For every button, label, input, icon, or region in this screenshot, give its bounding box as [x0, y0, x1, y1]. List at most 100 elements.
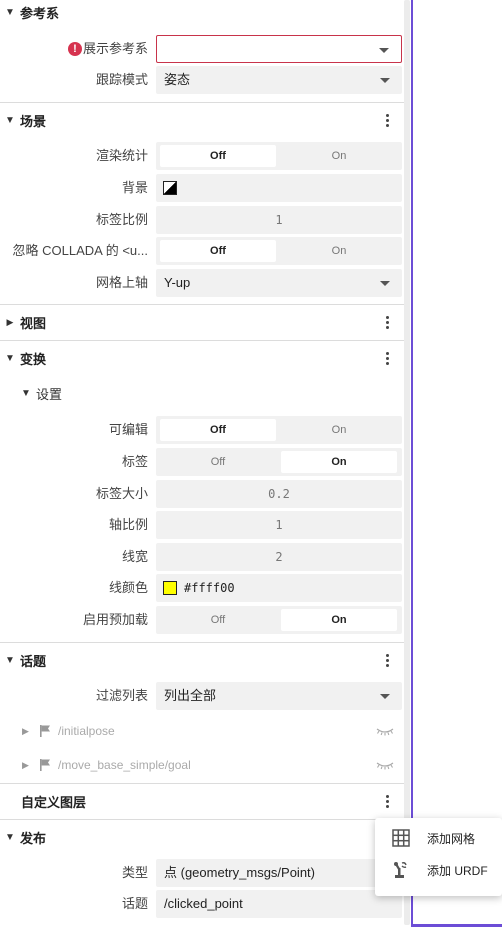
- toggle-on-option[interactable]: On: [281, 145, 397, 167]
- more-options-icon[interactable]: [382, 651, 392, 669]
- filter-select[interactable]: 列出全部: [156, 682, 402, 710]
- menu-item-add-grid[interactable]: 添加网格: [375, 822, 502, 854]
- toggle-off-option[interactable]: Off: [160, 609, 276, 631]
- render-stats-toggle[interactable]: Off On: [156, 142, 402, 170]
- more-options-icon[interactable]: [382, 111, 392, 129]
- ignore-collada-row: 忽略 COLLADA 的 <u... Off On: [0, 237, 404, 265]
- preload-row: 启用预加载 Off On: [0, 606, 404, 634]
- line-color-field[interactable]: #ffff00: [156, 574, 402, 602]
- toggle-off-option[interactable]: Off: [160, 451, 276, 473]
- section-title-publish: 发布: [20, 830, 47, 846]
- flag-icon: [40, 725, 50, 737]
- line-width-input[interactable]: 2: [156, 543, 402, 571]
- label-scale-row: 标签比例 1: [0, 206, 404, 234]
- display-frame-row: ! 展示参考系: [0, 35, 404, 63]
- toggle-on-option[interactable]: On: [281, 419, 397, 441]
- scrollbar[interactable]: [404, 0, 410, 925]
- toggle-off-option[interactable]: Off: [160, 419, 276, 441]
- section-title-view: 视图: [20, 315, 47, 331]
- mesh-up-axis-label: 网格上轴: [95, 275, 148, 290]
- menu-label-add-urdf: 添加 URDF: [427, 863, 488, 878]
- line-color-label: 线颜色: [108, 580, 148, 595]
- section-title-transforms: 变换: [20, 351, 47, 367]
- editable-label: 可编辑: [108, 422, 148, 437]
- subsection-title-settings: 设置: [36, 386, 63, 402]
- background-row: 背景: [0, 174, 404, 202]
- viewport-pane[interactable]: [411, 0, 502, 927]
- editable-toggle[interactable]: Off On: [156, 416, 402, 444]
- caret-down-icon[interactable]: ▼: [16, 388, 36, 399]
- caret-right-icon[interactable]: ▶: [0, 317, 20, 328]
- caret-down-icon[interactable]: ▼: [0, 655, 20, 666]
- line-width-row: 线宽 2: [0, 543, 404, 571]
- settings-panel: ▼ 参考系 ! 展示参考系 跟踪模式 姿态 ▼ 场景 渲染统计 Off On 背…: [0, 0, 406, 927]
- section-header-topics[interactable]: ▼ 话题: [0, 642, 404, 678]
- caret-down-icon[interactable]: ▼: [0, 115, 20, 126]
- eye-closed-icon[interactable]: [376, 725, 394, 737]
- background-color-field[interactable]: [156, 174, 402, 202]
- section-header-view[interactable]: ▶ 视图: [0, 304, 404, 340]
- publish-topic-row: 话题 /clicked_point: [0, 890, 404, 918]
- section-header-transforms[interactable]: ▼ 变换: [0, 340, 404, 376]
- section-header-scene[interactable]: ▼ 场景: [0, 102, 404, 138]
- publish-type-select[interactable]: 点 (geometry_msgs/Point): [156, 859, 402, 887]
- topic-name: /initialpose: [58, 724, 115, 738]
- publish-topic-input[interactable]: /clicked_point: [156, 890, 402, 918]
- label-scale-input[interactable]: 1: [156, 206, 402, 234]
- mesh-up-axis-select[interactable]: Y-up: [156, 269, 402, 297]
- filter-label: 过滤列表: [95, 688, 148, 703]
- grid-icon: [392, 829, 410, 847]
- robot-arm-icon: [394, 862, 407, 878]
- toggle-off-option[interactable]: Off: [160, 240, 276, 262]
- menu-item-add-urdf[interactable]: 添加 URDF: [375, 854, 502, 886]
- toggle-on-option[interactable]: On: [281, 240, 397, 262]
- caret-right-icon[interactable]: ▶: [22, 760, 29, 771]
- section-header-frame[interactable]: ▼ 参考系: [0, 0, 404, 30]
- filter-row: 过滤列表 列出全部: [0, 682, 404, 710]
- caret-right-icon[interactable]: ▶: [22, 726, 29, 737]
- topic-item[interactable]: ▶ /move_base_simple/goal: [0, 748, 404, 782]
- caret-down-icon[interactable]: ▼: [0, 353, 20, 364]
- flag-icon: [40, 759, 50, 771]
- labels-row: 标签 Off On: [0, 448, 404, 476]
- chevron-down-icon: [380, 281, 390, 286]
- axis-scale-label: 轴比例: [108, 517, 148, 532]
- display-frame-select[interactable]: [156, 35, 402, 63]
- preload-toggle[interactable]: Off On: [156, 606, 402, 634]
- follow-mode-label: 跟踪模式: [95, 72, 148, 87]
- section-title-frame: 参考系: [20, 5, 60, 21]
- color-swatch[interactable]: [163, 181, 177, 195]
- label-size-label: 标签大小: [95, 486, 148, 501]
- section-header-custom-layers[interactable]: 自定义图层: [0, 783, 404, 819]
- color-swatch[interactable]: [163, 581, 177, 595]
- more-options-icon[interactable]: [382, 313, 392, 331]
- publish-topic-label: 话题: [121, 896, 148, 911]
- more-options-icon[interactable]: [382, 792, 392, 810]
- preload-label: 启用预加载: [82, 612, 148, 627]
- section-title-scene: 场景: [20, 113, 47, 129]
- section-title-custom-layers: 自定义图层: [21, 794, 87, 810]
- caret-down-icon[interactable]: ▼: [0, 7, 20, 18]
- section-title-topics: 话题: [20, 653, 47, 669]
- topic-item[interactable]: ▶ /initialpose: [0, 714, 404, 748]
- axis-scale-input[interactable]: 1: [156, 511, 402, 539]
- label-size-input[interactable]: 0.2: [156, 480, 402, 508]
- caret-down-icon[interactable]: ▼: [0, 832, 20, 843]
- follow-mode-select[interactable]: 姿态: [156, 66, 402, 94]
- label-scale-label: 标签比例: [95, 212, 148, 227]
- topic-name: /move_base_simple/goal: [58, 758, 191, 772]
- labels-toggle[interactable]: Off On: [156, 448, 402, 476]
- section-header-publish[interactable]: ▼ 发布: [0, 819, 404, 855]
- toggle-on-option[interactable]: On: [281, 609, 397, 631]
- chevron-down-icon: [380, 694, 390, 699]
- ignore-collada-toggle[interactable]: Off On: [156, 237, 402, 265]
- toggle-on-option[interactable]: On: [281, 451, 397, 473]
- more-options-icon[interactable]: [382, 349, 392, 367]
- label-size-row: 标签大小 0.2: [0, 480, 404, 508]
- labels-label: 标签: [121, 454, 148, 469]
- subsection-header-settings[interactable]: ▼ 设置: [0, 375, 404, 411]
- chevron-down-icon: [380, 78, 390, 83]
- menu-label-add-grid: 添加网格: [427, 831, 476, 846]
- toggle-off-option[interactable]: Off: [160, 145, 276, 167]
- eye-closed-icon[interactable]: [376, 759, 394, 771]
